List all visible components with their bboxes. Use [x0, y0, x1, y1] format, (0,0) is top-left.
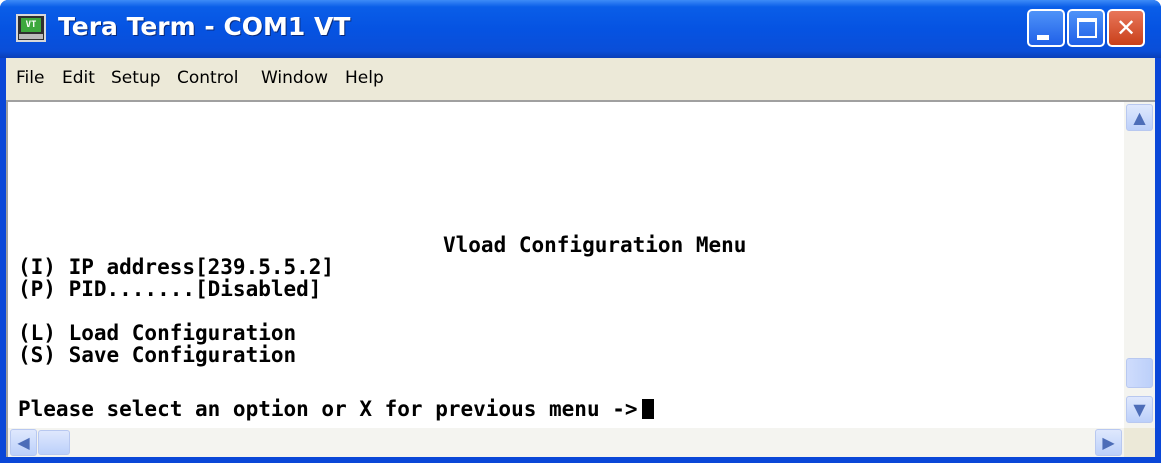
scroll-left-button[interactable]: ◀: [10, 429, 37, 456]
menu-help[interactable]: Help: [345, 68, 384, 88]
menu-edit[interactable]: Edit: [62, 68, 95, 88]
scroll-up-icon: ▲: [1133, 108, 1146, 127]
close-button[interactable]: ✕: [1107, 9, 1145, 47]
maximize-icon: [1077, 18, 1097, 38]
minimize-button[interactable]: [1027, 9, 1065, 47]
scroll-down-icon: ▼: [1133, 400, 1146, 419]
close-icon: ✕: [1115, 14, 1137, 42]
prompt-line: Please select an option or X for previou…: [18, 398, 654, 420]
vertical-scrollbar[interactable]: ▲ ▼: [1124, 102, 1155, 428]
menu-window[interactable]: Window: [261, 68, 328, 88]
vertical-scroll-thumb[interactable]: [1126, 358, 1153, 388]
scroll-up-button[interactable]: ▲: [1126, 104, 1153, 131]
minimize-icon: [1037, 35, 1049, 40]
scroll-right-icon: ▶: [1102, 433, 1115, 452]
menu-file[interactable]: File: [16, 68, 44, 88]
tera-term-window: VT Tera Term - COM1 VT ✕ File Edit Setup…: [0, 0, 1161, 463]
text-cursor: [641, 399, 654, 419]
scroll-down-button[interactable]: ▼: [1126, 396, 1153, 423]
horizontal-scroll-thumb[interactable]: [38, 430, 70, 455]
menu-setup[interactable]: Setup: [111, 68, 160, 88]
app-icon-base: [19, 34, 43, 39]
menu-bar: File Edit Setup Control Window Help: [6, 58, 1155, 100]
title-bar[interactable]: VT Tera Term - COM1 VT ✕: [0, 0, 1161, 58]
scroll-right-button[interactable]: ▶: [1095, 429, 1122, 456]
option-pid: (P) PID.......[Disabled]: [18, 277, 322, 301]
menu-control[interactable]: Control: [177, 68, 238, 88]
app-icon[interactable]: VT: [16, 14, 46, 42]
option-load-configuration: (L) Load Configuration: [18, 321, 297, 345]
scroll-left-icon: ◀: [17, 433, 30, 452]
option-ip-address: (I) IP address[239.5.5.2]: [18, 255, 335, 279]
resize-grip[interactable]: [1124, 428, 1155, 457]
terminal-screen[interactable]: Vload Configuration Menu (I) IP address[…: [6, 100, 1155, 457]
maximize-button[interactable]: [1067, 9, 1105, 47]
option-save-configuration: (S) Save Configuration: [18, 343, 297, 367]
window-title: Tera Term - COM1 VT: [58, 12, 351, 41]
prompt-text: Please select an option or X for previou…: [18, 397, 638, 421]
app-icon-label: VT: [21, 18, 41, 32]
menu-heading: Vload Configuration Menu: [443, 233, 747, 257]
horizontal-scrollbar[interactable]: ◀ ▶: [8, 428, 1124, 457]
